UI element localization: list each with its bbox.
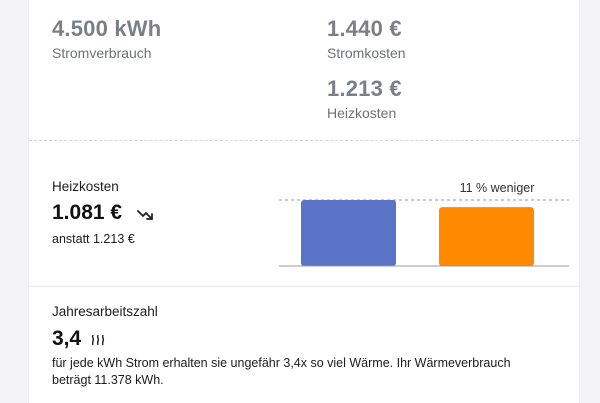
results-card: 4.500 kWh Stromverbrauch 1.440 € Stromko… xyxy=(28,0,580,403)
heating-cost-section: Heizkosten 1.081 € anstatt 1.213 € 11 % … xyxy=(29,141,579,287)
chart-annotation: 11 % weniger xyxy=(460,181,535,195)
summary-section: 4.500 kWh Stromverbrauch 1.440 € Stromko… xyxy=(29,0,579,141)
heating-cost-chart: 11 % weniger xyxy=(279,181,569,267)
cop-description: für jede kWh Strom erhalten sie ungefähr… xyxy=(52,356,511,387)
power-cost-label: Stromkosten xyxy=(327,45,406,61)
heating-cost-value: 1.213 € xyxy=(327,76,402,101)
heating-cost-new-value: 1.081 € xyxy=(52,201,123,224)
heating-cost-title: Heizkosten xyxy=(52,179,119,194)
bar-previous-heating-cost xyxy=(301,200,396,266)
cop-title: Jahresarbeitszahl xyxy=(52,304,158,319)
cop-value: 3,4 xyxy=(52,327,82,350)
trend-down-icon xyxy=(137,210,153,220)
power-usage-value: 4.500 kWh xyxy=(52,16,162,41)
bar-new-heating-cost xyxy=(439,207,534,266)
power-cost-value: 1.440 € xyxy=(327,16,402,41)
heating-cost-comparison: anstatt 1.213 € xyxy=(52,232,135,246)
heat-waves-icon xyxy=(91,334,105,346)
heating-cost-label: Heizkosten xyxy=(327,105,397,121)
power-usage-label: Stromverbrauch xyxy=(52,45,152,61)
